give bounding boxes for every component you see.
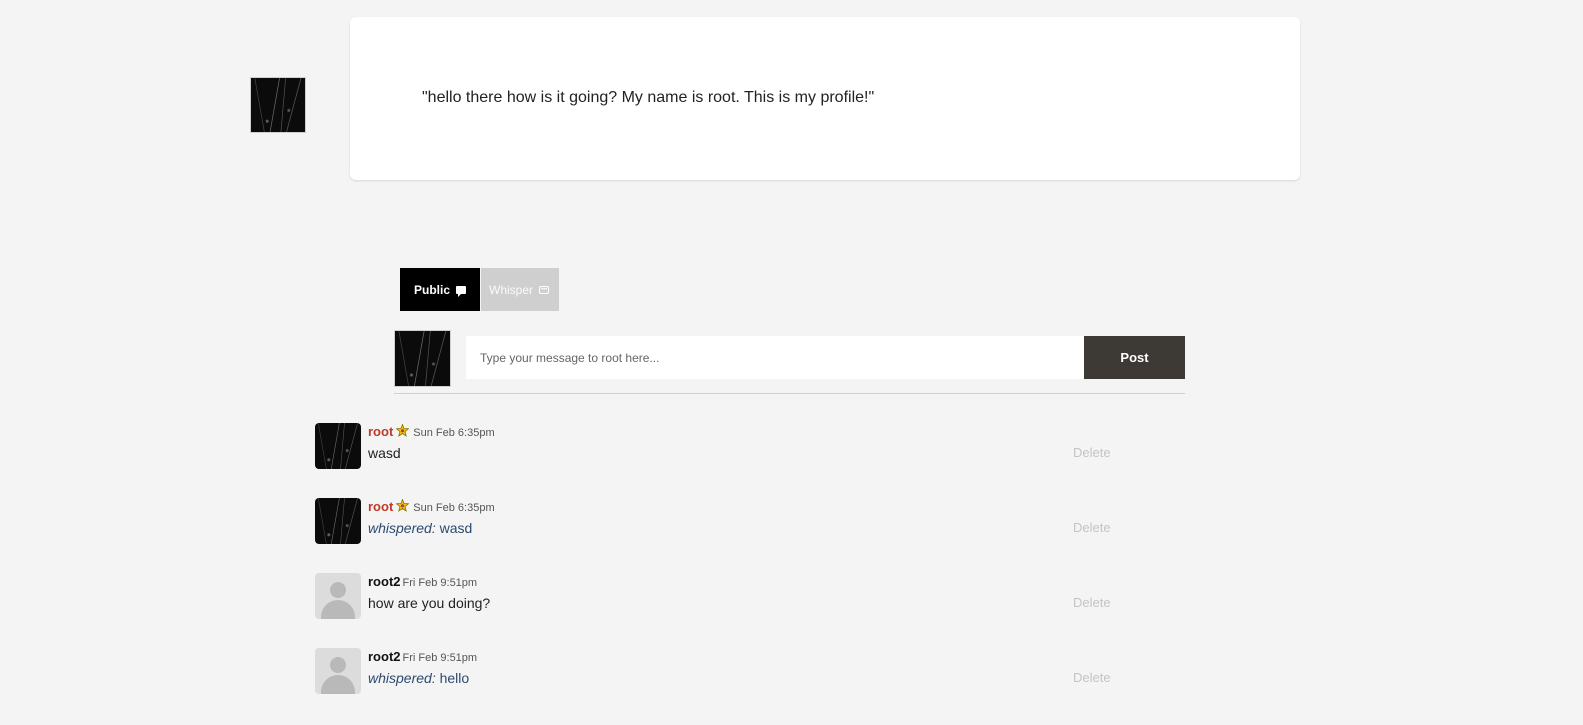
tab-whisper-label: Whisper	[489, 282, 534, 297]
admin-badge-icon	[396, 424, 410, 437]
admin-badge-icon	[396, 499, 410, 512]
message-username[interactable]: root	[368, 424, 393, 439]
tab-public-label: Public	[414, 282, 451, 297]
message-timestamp: Fri Feb 9:51pm	[402, 577, 478, 589]
speech-bubble-dots-icon: •••	[539, 285, 550, 294]
message-text: whispered: wasd	[368, 520, 472, 536]
post-button[interactable]: Post	[1084, 336, 1185, 379]
message-body: wasd	[368, 445, 401, 461]
profile-avatar	[250, 77, 306, 133]
whisper-label: whispered:	[368, 520, 436, 536]
message-item: root2 Fri Feb 9:51pm how are you doing? D…	[315, 573, 1115, 623]
message-body: hello	[439, 670, 470, 686]
message-input[interactable]	[466, 336, 1085, 379]
message-username[interactable]: root2	[368, 649, 401, 664]
avatar	[315, 498, 361, 544]
message-item: root Sun Feb 6:35pm wasd Delete	[315, 423, 1115, 473]
composer-divider	[394, 393, 1185, 394]
message-timestamp: Sun Feb 6:35pm	[413, 427, 495, 439]
whisper-label: whispered:	[368, 670, 436, 686]
composer-avatar	[394, 330, 451, 387]
message-text: whispered: hello	[368, 670, 469, 686]
message-username[interactable]: root	[368, 499, 393, 514]
delete-button[interactable]: Delete	[1073, 520, 1111, 535]
delete-button[interactable]: Delete	[1073, 445, 1111, 460]
message-timestamp: Fri Feb 9:51pm	[402, 652, 478, 664]
delete-button[interactable]: Delete	[1073, 670, 1111, 685]
avatar	[315, 423, 361, 469]
tab-whisper[interactable]: Whisper •••	[481, 268, 559, 311]
profile-quote: "hello there how is it going? My name is…	[422, 89, 875, 106]
message-item: root2 Fri Feb 9:51pm whispered: hello Del…	[315, 648, 1115, 698]
message-text: wasd	[368, 445, 401, 461]
message-body: wasd	[439, 520, 473, 536]
default-avatar-icon	[315, 573, 361, 619]
message-body: how are you doing?	[368, 595, 491, 611]
profile-card: "hello there how is it going? My name is…	[350, 17, 1300, 180]
message-item: root Sun Feb 6:35pm whispered: wasd Delet…	[315, 498, 1115, 548]
tab-public[interactable]: Public	[400, 268, 480, 311]
delete-button[interactable]: Delete	[1073, 595, 1111, 610]
message-text: how are you doing?	[368, 595, 490, 611]
message-timestamp: Sun Feb 6:35pm	[413, 502, 495, 514]
speech-bubble-icon	[456, 285, 466, 297]
default-avatar-icon	[315, 648, 361, 694]
message-username[interactable]: root2	[368, 574, 401, 589]
